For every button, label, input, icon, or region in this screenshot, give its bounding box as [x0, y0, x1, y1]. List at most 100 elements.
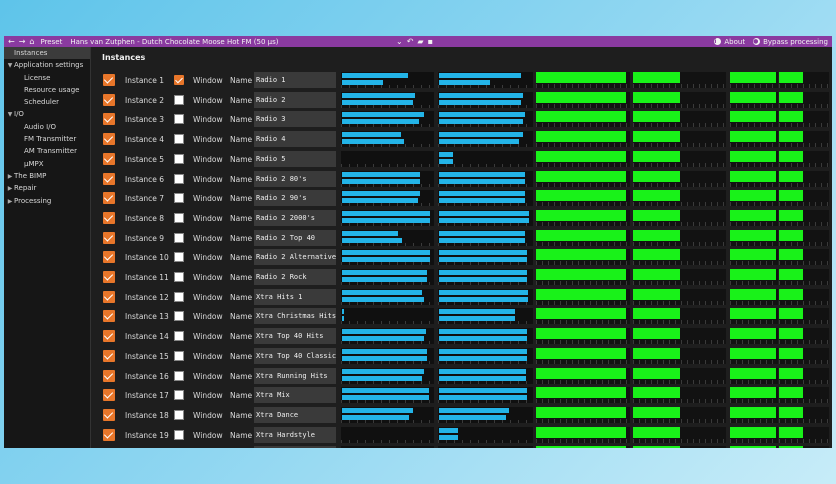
folder-open-icon[interactable]: ▰: [415, 36, 425, 47]
chevron-down-icon[interactable]: ▼: [6, 60, 14, 72]
window-checkbox[interactable]: [174, 252, 184, 263]
home-icon[interactable]: ⌂: [27, 36, 36, 47]
window-checkbox[interactable]: [174, 114, 184, 125]
window-checkbox[interactable]: [174, 153, 184, 164]
window-label: Window: [193, 430, 223, 440]
instance-name-field[interactable]: Radio 2 90's: [254, 190, 336, 207]
forward-arrow-icon[interactable]: →: [17, 36, 28, 47]
bypass-icon: ●: [753, 38, 761, 45]
instance-name-field[interactable]: Radio 3: [254, 111, 336, 128]
chevron-right-icon[interactable]: ▶: [6, 183, 14, 195]
window-checkbox[interactable]: [174, 429, 184, 440]
preset-name[interactable]: Hans van Zutphen - Dutch Chocolate Moose…: [70, 38, 278, 46]
window-checkbox[interactable]: [174, 212, 184, 223]
instance-enabled-checkbox[interactable]: [103, 231, 115, 244]
instance-enabled-checkbox[interactable]: [103, 310, 115, 323]
window-checkbox[interactable]: [174, 409, 184, 420]
instance-enabled-checkbox[interactable]: [103, 93, 115, 106]
sidebar-item-processing[interactable]: ▶ Processing: [4, 195, 90, 207]
window-checkbox[interactable]: [174, 94, 184, 105]
instance-enabled-checkbox[interactable]: [103, 408, 115, 421]
instance-enabled-checkbox[interactable]: [103, 330, 115, 343]
instance-enabled-checkbox[interactable]: [103, 74, 115, 86]
sidebar-item-repair[interactable]: ▶ Repair: [4, 182, 90, 194]
instance-enabled-checkbox[interactable]: [103, 290, 115, 303]
sidebar-item-license[interactable]: License: [4, 72, 90, 84]
instance-name-field[interactable]: Xtra Top 40 Hits: [254, 328, 336, 345]
chevron-down-icon[interactable]: ⌄: [394, 36, 405, 47]
instance-enabled-checkbox[interactable]: [103, 428, 115, 441]
sidebar-item-i-o[interactable]: ▼ I/O: [4, 108, 90, 120]
output-level-meter: [438, 288, 533, 305]
sidebar-item-am-transmitter[interactable]: AM Transmitter: [4, 145, 90, 157]
instance-enabled-checkbox[interactable]: [103, 271, 115, 283]
instance-name-field[interactable]: Xtra Hits 1: [254, 288, 336, 305]
instance-name-field[interactable]: Radio 2 Top 40: [254, 229, 336, 246]
meter-bar-top: [342, 348, 427, 354]
instance-name-field[interactable]: Xtra Running Hits: [254, 367, 336, 384]
instance-name-field[interactable]: Radio 2 Alternative: [254, 249, 336, 266]
window-checkbox[interactable]: [174, 232, 184, 243]
about-button[interactable]: i About: [714, 38, 745, 46]
table-row: Instance 16 Window Name Xtra Running Hits: [93, 366, 832, 386]
sidebar-item-application-settings[interactable]: ▼ Application settings: [4, 59, 90, 71]
instance-enabled-checkbox[interactable]: [103, 113, 115, 126]
chevron-right-icon[interactable]: ▶: [6, 196, 14, 208]
instance-enabled-checkbox[interactable]: [103, 172, 115, 185]
window-checkbox[interactable]: [174, 350, 184, 361]
gain-meter-bar: [730, 249, 777, 261]
instance-enabled-checkbox[interactable]: [103, 192, 115, 205]
instance-name-field[interactable]: Radio 4: [254, 131, 336, 148]
window-checkbox[interactable]: [174, 370, 184, 381]
gain-meter-bar: [779, 209, 803, 221]
instance-enabled-checkbox[interactable]: [103, 251, 115, 264]
window-checkbox[interactable]: [174, 331, 184, 342]
sidebar-item-fm-transmitter[interactable]: FM Transmitter: [4, 133, 90, 145]
instance-name-field[interactable]: Radio 2: [254, 91, 336, 108]
chevron-down-icon[interactable]: ▼: [6, 109, 14, 121]
instance-enabled-checkbox[interactable]: [103, 349, 115, 362]
bypass-processing-button[interactable]: ● Bypass processing: [753, 38, 828, 46]
instance-name-field[interactable]: Xtra Mix: [254, 387, 336, 404]
sidebar-item-instances[interactable]: Instances: [4, 47, 90, 60]
instance-name-field[interactable]: Xtra Dance: [254, 406, 336, 423]
window-label: Window: [193, 351, 223, 361]
sidebar-item-µmpx[interactable]: µMPX: [4, 158, 90, 170]
instance-enabled-checkbox[interactable]: [103, 369, 115, 382]
instance-enabled-checkbox[interactable]: [103, 211, 115, 224]
instance-enabled-checkbox[interactable]: [103, 389, 115, 402]
instance-name-field[interactable]: Radio 5: [254, 150, 336, 167]
window-checkbox[interactable]: [174, 291, 184, 302]
output-level-meter: [438, 111, 533, 128]
meter-bar-top: [439, 73, 521, 78]
instance-name-field[interactable]: [254, 446, 336, 448]
window-checkbox[interactable]: [174, 134, 184, 145]
window-checkbox[interactable]: [174, 272, 184, 282]
sidebar-item-resource-usage[interactable]: Resource usage: [4, 84, 90, 96]
instance-name-field[interactable]: Radio 1: [254, 72, 336, 88]
window-checkbox[interactable]: [174, 390, 184, 401]
titlebar: ← → ⌂ Preset Hans van Zutphen - Dutch Ch…: [4, 36, 832, 47]
back-arrow-icon[interactable]: ←: [6, 36, 17, 47]
sidebar-item-audio-i-o[interactable]: Audio I/O: [4, 121, 90, 133]
gain-reduction-meter: [536, 190, 630, 207]
window-checkbox[interactable]: [174, 173, 184, 184]
window-checkbox[interactable]: [174, 193, 184, 204]
instance-name-field[interactable]: Xtra Christmas Hits: [254, 308, 336, 325]
gain-reduction-meter: [730, 288, 778, 305]
name-label: Name: [230, 95, 253, 105]
instance-name-field[interactable]: Radio 2 Rock: [254, 269, 336, 285]
meter-scale: [438, 222, 533, 226]
window-checkbox[interactable]: [174, 311, 184, 322]
instance-enabled-checkbox[interactable]: [103, 152, 115, 165]
instance-name-field[interactable]: Radio 2 80's: [254, 170, 336, 187]
sidebar-item-scheduler[interactable]: Scheduler: [4, 96, 90, 108]
save-icon[interactable]: ▪: [426, 36, 435, 47]
instance-name-field[interactable]: Xtra Top 40 Classic: [254, 347, 336, 364]
window-checkbox[interactable]: [174, 75, 184, 85]
instance-enabled-checkbox[interactable]: [103, 133, 115, 146]
instance-name-field[interactable]: Radio 2 2000's: [254, 209, 336, 226]
undo-icon[interactable]: ↶: [405, 36, 416, 47]
sidebar-item-the-bimp[interactable]: ▶ The BIMP: [4, 170, 90, 182]
instance-name-field[interactable]: Xtra Hardstyle: [254, 426, 336, 443]
